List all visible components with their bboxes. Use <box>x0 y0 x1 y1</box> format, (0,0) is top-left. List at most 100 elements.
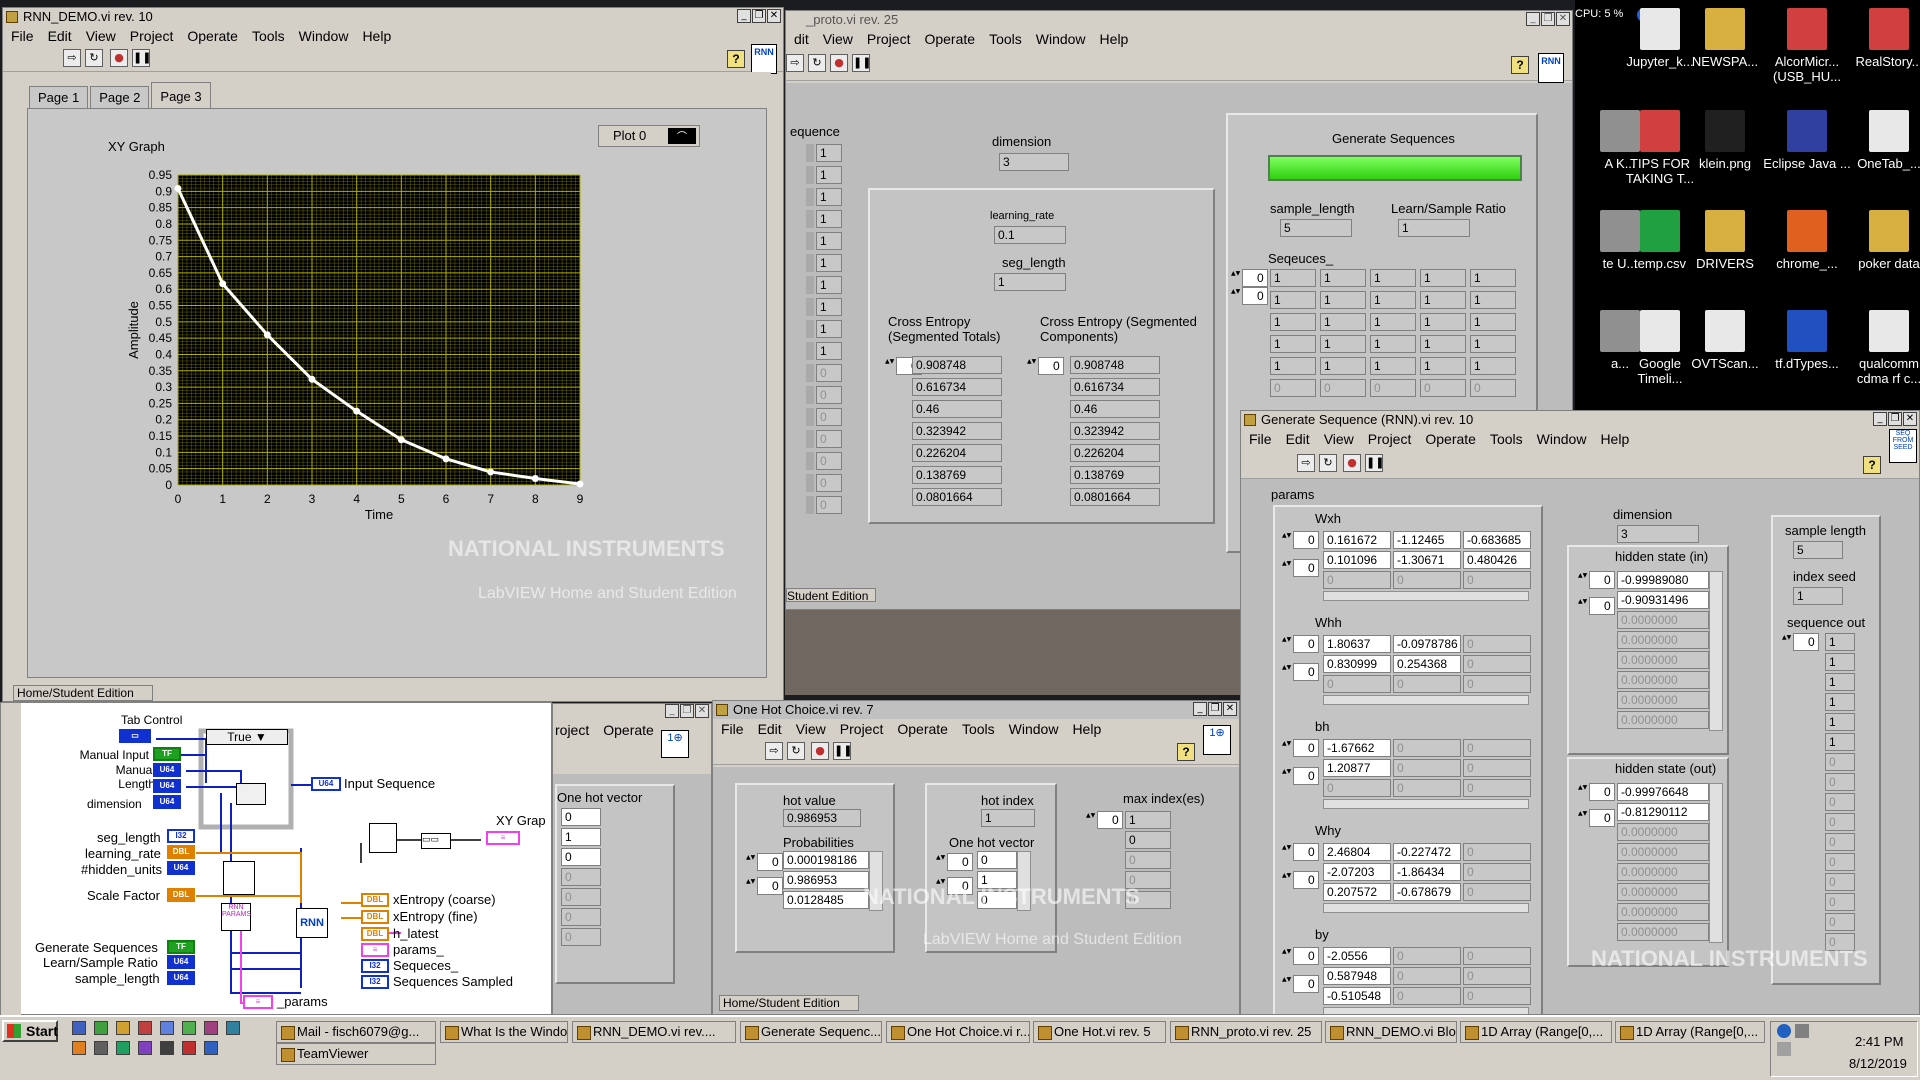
param-scrollbar[interactable] <box>1323 1007 1529 1014</box>
ce-comp-index[interactable]: 0 <box>1027 357 1064 375</box>
menu-tools[interactable]: Tools <box>989 29 1022 51</box>
abort-icon[interactable]: ● <box>110 49 128 67</box>
rnn-subvi-node[interactable]: RNN <box>296 908 328 938</box>
menu-edit[interactable]: Edit <box>758 719 782 739</box>
param-index-col[interactable]: 0 <box>1282 767 1319 785</box>
manual-input-terminal[interactable]: TF <box>153 747 181 761</box>
quick-launch-icon[interactable] <box>138 1041 152 1055</box>
ratio-control[interactable]: 1 <box>1398 219 1470 237</box>
task-button[interactable]: RNN_DEMO.vi Blo... <box>1325 1021 1457 1043</box>
pause-icon[interactable]: ❚❚ <box>132 49 151 67</box>
tab-page-2[interactable]: Page 2 <box>90 86 150 108</box>
xy-graph-terminal[interactable]: ≡ <box>486 831 520 845</box>
task-button[interactable]: RNN_proto.vi rev. 25 <box>1170 1021 1322 1043</box>
desktop-icon[interactable]: tf.dTypes... <box>1762 310 1852 371</box>
menu-window[interactable]: Window <box>1009 719 1059 739</box>
desktop-icon[interactable]: RealStory... <box>1844 8 1920 69</box>
menu-view[interactable]: View <box>1324 429 1354 451</box>
seg-length-terminal[interactable]: I32 <box>167 829 195 843</box>
abort-icon[interactable]: ● <box>1343 454 1361 472</box>
dimension-control[interactable]: 3 <box>999 153 1069 171</box>
seq-sampled-terminal[interactable]: I32 <box>361 975 389 989</box>
manual-length-terminal[interactable]: U64 <box>153 779 181 793</box>
tab-page-3[interactable]: Page 3 <box>151 82 211 108</box>
param-scrollbar[interactable] <box>1323 799 1529 809</box>
tab-control-terminal[interactable]: ▭ <box>119 729 151 743</box>
menu-tools[interactable]: Tools <box>252 26 285 46</box>
task-button[interactable]: What Is the Windo... <box>440 1021 568 1043</box>
desktop-icon[interactable]: chrome_... <box>1762 210 1852 271</box>
desktop-icon[interactable]: AlcorMicr... (USB_HU... <box>1762 8 1852 84</box>
seqs-index-row[interactable]: 0 <box>1231 269 1268 287</box>
close-icon[interactable]: ✕ <box>767 9 781 23</box>
gen-seq-terminal[interactable]: TF <box>167 940 195 954</box>
param-index-row[interactable]: 0 <box>1282 947 1319 965</box>
bundle-node[interactable] <box>369 823 397 853</box>
desktop-icon[interactable]: klein.png <box>1680 110 1770 171</box>
menu-edit[interactable]: Edit <box>48 26 72 46</box>
learning-rate-terminal[interactable]: DBL <box>167 845 195 859</box>
quick-launch-icon[interactable] <box>204 1041 218 1055</box>
param-index-row[interactable]: 0 <box>1282 739 1319 757</box>
quick-launch-icon[interactable] <box>160 1041 174 1055</box>
menu-operate[interactable]: Operate <box>897 719 948 739</box>
quick-launch-icon[interactable] <box>72 1041 86 1055</box>
menu-help[interactable]: Help <box>1600 429 1629 451</box>
restore-icon[interactable]: ❐ <box>1541 12 1555 26</box>
quick-launch-icon[interactable] <box>72 1021 86 1035</box>
param-index-row[interactable]: 0 <box>1282 635 1319 653</box>
dimension-terminal[interactable]: U64 <box>153 795 181 809</box>
network-icon[interactable] <box>1777 1024 1791 1038</box>
help-context-icon[interactable]: ? <box>1863 456 1881 474</box>
tray-icon[interactable] <box>1777 1042 1791 1056</box>
sequences-terminal[interactable]: I32 <box>361 959 389 973</box>
gen-sequences-led[interactable] <box>1268 155 1522 181</box>
params-in-terminal[interactable]: ≡ <box>243 995 273 1009</box>
desktop-icon[interactable]: qualcomm cdma rf c... <box>1844 310 1920 386</box>
task-button[interactable]: Mail - fisch6079@g... <box>276 1021 436 1043</box>
cluster-node[interactable]: ▭▭ <box>421 833 451 849</box>
sample-length-terminal[interactable]: U64 <box>167 971 195 985</box>
sample-length-control[interactable]: 5 <box>1793 541 1843 559</box>
menu-file[interactable]: File <box>11 26 34 46</box>
quick-launch-icon[interactable] <box>94 1021 108 1035</box>
menu-operate[interactable]: Operate <box>924 29 975 51</box>
desktop-icon[interactable]: poker data <box>1844 210 1920 271</box>
minimize-icon[interactable]: _ <box>1526 12 1540 26</box>
pause-icon[interactable]: ❚❚ <box>833 742 852 760</box>
task-button[interactable]: One Hot Choice.vi r... <box>886 1021 1030 1043</box>
seqs-index-col[interactable]: 0 <box>1231 287 1268 305</box>
menu-file[interactable]: File <box>721 719 744 739</box>
proto-titlebar[interactable]: _proto.vi rev. 25 _ ❐ ✕ <box>786 11 1572 29</box>
quick-launch-icon[interactable] <box>226 1021 240 1035</box>
hs-in-scrollbar[interactable] <box>1709 571 1723 731</box>
menu-project[interactable]: Project <box>1368 429 1412 451</box>
quick-launch-icon[interactable] <box>182 1041 196 1055</box>
menu-window[interactable]: Window <box>1036 29 1086 51</box>
hs-out-scrollbar[interactable] <box>1709 783 1723 943</box>
param-scrollbar[interactable] <box>1323 903 1529 913</box>
h-latest-terminal[interactable]: DBL <box>361 927 389 941</box>
index-seed-control[interactable]: 1 <box>1793 587 1843 605</box>
param-index-col[interactable]: 0 <box>1282 871 1319 889</box>
help-context-icon[interactable]: ? <box>1177 743 1195 761</box>
desktop-icon[interactable]: DRIVERS <box>1680 210 1770 271</box>
build-array-node[interactable] <box>236 783 266 805</box>
close-icon[interactable]: ✕ <box>695 704 709 718</box>
abort-icon[interactable]: ● <box>830 54 848 72</box>
task-button[interactable]: 1D Array (Range[0,... <box>1460 1021 1612 1043</box>
prob-index-1[interactable]: 0 <box>746 853 783 871</box>
menu-help[interactable]: Help <box>1100 29 1129 51</box>
onehot-titlebar[interactable]: One Hot Choice.vi rev. 7 _ ❐ ✕ <box>713 701 1239 719</box>
help-context-icon[interactable]: ? <box>1511 56 1529 74</box>
restore-icon[interactable]: ❐ <box>680 704 694 718</box>
quick-launch-icon[interactable] <box>94 1041 108 1055</box>
run-continuous-icon[interactable]: ↻ <box>808 54 826 72</box>
pause-icon[interactable]: ❚❚ <box>1365 454 1384 472</box>
tab-page-1[interactable]: Page 1 <box>29 86 89 108</box>
desktop-icon[interactable]: NEWSPA... <box>1680 8 1770 69</box>
minimize-icon[interactable]: _ <box>1873 412 1887 426</box>
menu-view[interactable]: View <box>823 29 853 51</box>
menu-edit[interactable]: dit <box>794 29 809 51</box>
learning-rate-control[interactable]: 0.1 <box>994 226 1066 244</box>
